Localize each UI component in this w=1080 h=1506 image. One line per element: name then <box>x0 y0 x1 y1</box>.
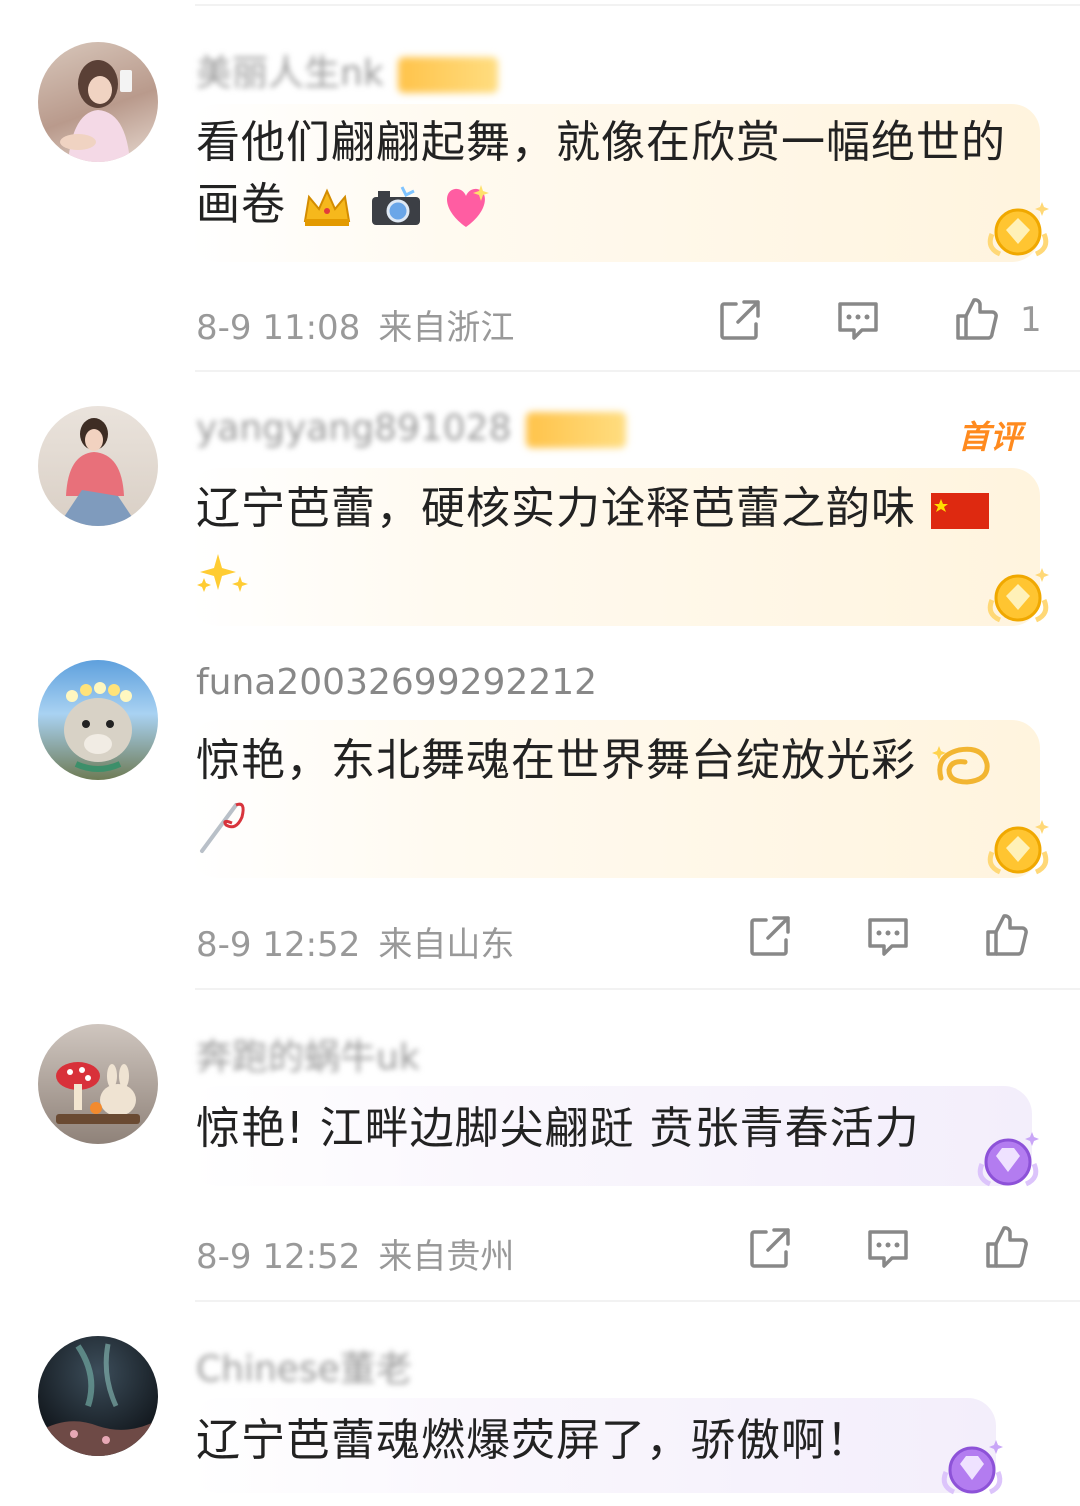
vip-badge <box>397 57 498 93</box>
comment-text: 看他们翩翩起舞，就像在欣赏一幅绝世的画卷 <box>196 117 1006 230</box>
avatar-image <box>58 418 138 526</box>
comment-location: 来自浙江 <box>378 308 515 348</box>
top-divider <box>195 4 1080 6</box>
comment-date: 8-9 12:52 <box>196 925 361 965</box>
comment-text: 辽宁芭蕾魂燃爆荧屏了，骄傲啊！ <box>196 1415 871 1466</box>
camera-flash-icon <box>372 186 420 225</box>
medal-icon <box>987 820 1049 875</box>
avatar[interactable] <box>38 42 158 162</box>
share-icon[interactable] <box>746 912 794 960</box>
like-icon[interactable] <box>982 1222 1030 1270</box>
like-icon[interactable] <box>952 294 1000 342</box>
reply-icon[interactable] <box>864 912 912 960</box>
username[interactable]: yangyang891028 <box>196 408 626 449</box>
first-comment-badge: 首评 <box>958 418 1023 456</box>
medal-icon <box>987 568 1049 623</box>
comment-meta: 8-9 12:52 来自山东 <box>196 917 514 966</box>
reply-icon[interactable] <box>834 296 882 344</box>
username[interactable]: 美丽人生nk <box>196 44 498 96</box>
share-icon[interactable] <box>746 1224 794 1272</box>
vip-badge <box>525 412 626 448</box>
sparkles-icon <box>197 554 248 592</box>
sparkling-heart-icon <box>447 185 489 227</box>
comment-location: 来自贵州 <box>378 1237 515 1277</box>
avatar[interactable] <box>38 1336 158 1456</box>
comment-meta: 8-9 12:52 来自贵州 <box>196 1229 514 1278</box>
username[interactable]: Chinese董老 <box>196 1340 412 1392</box>
medal-icon <box>941 1440 1003 1495</box>
comment-location: 来自山东 <box>378 925 515 965</box>
dizzy-icon <box>932 746 990 785</box>
comment-text: 惊艳! 江畔边脚尖翩跹 贲张青春活力 <box>196 1103 920 1154</box>
avatar[interactable] <box>38 660 158 780</box>
china-flag-icon <box>931 493 989 529</box>
comment-text: 辽宁芭蕾，硬核实力诠释芭蕾之韵味 <box>196 478 1016 602</box>
avatar-image <box>38 1343 158 1456</box>
medal-icon <box>987 202 1049 257</box>
comment-divider <box>195 988 1080 990</box>
reply-icon[interactable] <box>864 1224 912 1272</box>
avatar[interactable] <box>38 1024 158 1144</box>
username[interactable]: 奔跑的蜗牛uk <box>196 1028 420 1080</box>
medal-icon <box>977 1132 1039 1187</box>
comment-divider <box>195 370 1080 372</box>
comment-date: 8-9 12:52 <box>196 1237 361 1277</box>
needle-thread-icon <box>200 802 245 853</box>
avatar[interactable] <box>38 406 158 526</box>
avatar-image <box>64 682 132 772</box>
comment-text: 惊艳，东北舞魂在世界舞台绽放光彩 <box>196 730 1016 855</box>
avatar-image <box>60 60 132 162</box>
crown-icon <box>303 188 351 226</box>
avatar-image <box>56 1062 140 1124</box>
comment-divider <box>195 1300 1080 1302</box>
share-icon[interactable] <box>716 296 764 344</box>
username[interactable]: funa20032699292212 <box>196 662 597 703</box>
like-icon[interactable] <box>982 910 1030 958</box>
comment-date: 8-9 11:08 <box>196 308 361 348</box>
comment-meta: 8-9 11:08 来自浙江 <box>196 300 514 349</box>
like-count: 1 <box>1020 300 1042 340</box>
